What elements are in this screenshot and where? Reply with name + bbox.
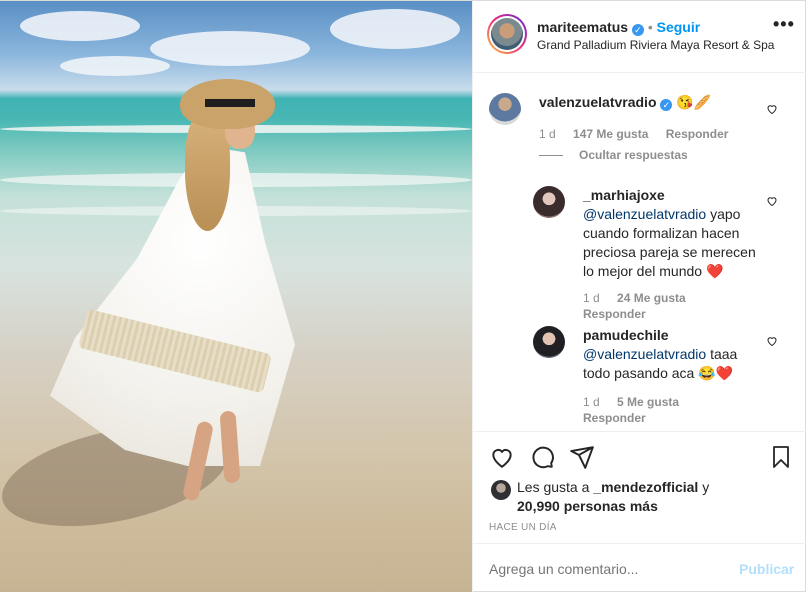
comment-text: 😘🥖 xyxy=(676,94,712,110)
instagram-post: mariteematus ✓ • Seguir Grand Palladium … xyxy=(0,0,806,592)
reply-meta: 1 d 5 Me gusta Responder xyxy=(583,395,783,425)
post-actions: Les gusta a _mendezofficial y 20,990 per… xyxy=(473,431,806,543)
cloud xyxy=(150,31,310,66)
white-dress xyxy=(50,146,295,466)
reply-button[interactable]: Responder xyxy=(583,411,783,425)
comment-username[interactable]: valenzuelatvradio xyxy=(539,94,657,110)
cloud xyxy=(60,56,170,76)
commenter-avatar[interactable] xyxy=(489,93,521,125)
comment-composer: Publicar xyxy=(473,543,806,592)
reply-button[interactable]: Responder xyxy=(583,307,783,321)
reply-meta: 1 d 24 Me gusta Responder xyxy=(583,291,783,321)
comment-likes[interactable]: 147 Me gusta xyxy=(573,127,648,141)
author-avatar[interactable] xyxy=(487,14,527,54)
reply-button[interactable]: Responder xyxy=(666,127,729,141)
hide-replies-button[interactable]: Ocultar respuestas xyxy=(579,148,688,162)
comment-icon[interactable] xyxy=(529,444,555,470)
liker-username[interactable]: _mendezofficial xyxy=(593,479,698,495)
liker-avatar[interactable] xyxy=(491,480,511,500)
likes-prefix: Les gusta a xyxy=(517,479,590,495)
post-timestamp[interactable]: HACE UN DÍA xyxy=(489,522,557,533)
reply-like-heart-icon[interactable] xyxy=(766,195,778,207)
reply-likes[interactable]: 5 Me gusta xyxy=(617,395,679,409)
reply-time[interactable]: 1 d xyxy=(583,291,600,305)
likes-count-link[interactable]: 20,990 personas más xyxy=(517,498,658,514)
reply-body: pamudechile @valenzuelatvradio taaa todo… xyxy=(583,326,763,383)
cloud xyxy=(330,9,460,49)
likes-summary: Les gusta a _mendezofficial y 20,990 per… xyxy=(517,478,727,516)
hat-band xyxy=(205,99,255,107)
reply-time[interactable]: 1 d xyxy=(583,395,600,409)
location-link[interactable]: Grand Palladium Riviera Maya Resort & Sp… xyxy=(537,38,774,52)
follow-button[interactable]: Seguir xyxy=(657,19,701,35)
reply-like-heart-icon[interactable] xyxy=(766,335,778,347)
verified-badge-icon: ✓ xyxy=(631,24,644,36)
comment-time[interactable]: 1 d xyxy=(539,127,556,141)
reply-likes[interactable]: 24 Me gusta xyxy=(617,291,686,305)
mention-link[interactable]: @valenzuelatvradio xyxy=(583,346,706,362)
likes-conj: y xyxy=(702,479,710,495)
post-header: mariteematus ✓ • Seguir Grand Palladium … xyxy=(473,1,806,73)
heart-icon[interactable] xyxy=(489,444,515,470)
hair xyxy=(185,111,230,231)
author-line: mariteematus ✓ • Seguir xyxy=(537,19,700,36)
comment-like-heart-icon[interactable] xyxy=(766,103,778,115)
comment-meta: 1 d 147 Me gusta Responder xyxy=(539,127,728,141)
reply-avatar[interactable] xyxy=(533,186,565,218)
comment-body: valenzuelatvradio ✓ 😘🥖 xyxy=(539,93,711,112)
post-photo[interactable] xyxy=(0,1,472,592)
reply-body: _marhiajoxe @valenzuelatvradio yapo cuan… xyxy=(583,186,763,281)
reply-avatar[interactable] xyxy=(533,326,565,358)
comment-input[interactable] xyxy=(489,558,719,580)
separator: • xyxy=(647,19,653,35)
post-side-panel: mariteematus ✓ • Seguir Grand Palladium … xyxy=(472,1,806,592)
reply-username[interactable]: pamudechile xyxy=(583,326,763,345)
share-icon[interactable] xyxy=(569,444,595,470)
more-options-icon[interactable]: ••• xyxy=(773,15,795,33)
divider xyxy=(539,155,563,156)
publish-button[interactable]: Publicar xyxy=(739,561,794,577)
cloud xyxy=(20,11,140,41)
author-username[interactable]: mariteematus xyxy=(537,19,628,35)
mention-link[interactable]: @valenzuelatvradio xyxy=(583,206,706,222)
verified-badge-icon: ✓ xyxy=(660,99,673,111)
bookmark-icon[interactable] xyxy=(769,444,793,470)
reply-username[interactable]: _marhiajoxe xyxy=(583,186,763,205)
